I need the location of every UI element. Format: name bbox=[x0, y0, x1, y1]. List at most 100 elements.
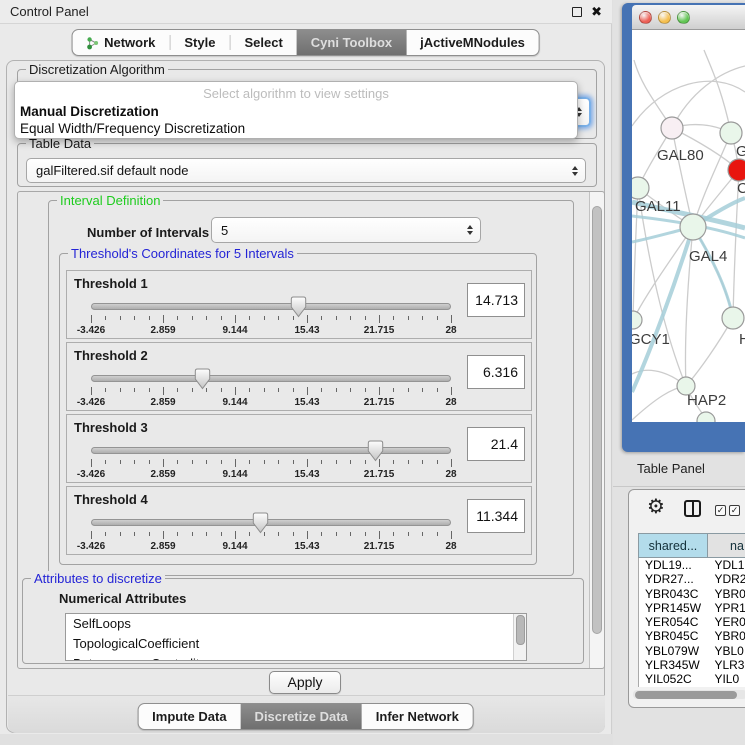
axis-tick bbox=[221, 316, 222, 320]
tab-jactivemnodules[interactable]: jActiveMNodules bbox=[406, 30, 539, 55]
network-edge[interactable] bbox=[672, 66, 745, 128]
axis-tick bbox=[134, 532, 135, 536]
network-edge-highlighted[interactable] bbox=[632, 227, 693, 392]
scrollbar-thumb[interactable] bbox=[592, 206, 602, 634]
tab-network[interactable]: Network bbox=[72, 30, 169, 55]
threshold-value-field[interactable]: 21.4 bbox=[467, 427, 525, 461]
gear-icon[interactable]: ⚙ bbox=[647, 496, 665, 518]
network-node[interactable] bbox=[632, 311, 642, 329]
network-canvas[interactable]: GAL80GACGAL11GAL4GCY1HHAP2 bbox=[632, 30, 745, 422]
table-cell: YIL0 bbox=[708, 672, 745, 686]
table-row[interactable]: YDL19...YDL1 bbox=[639, 558, 745, 572]
axis-tick bbox=[437, 316, 438, 320]
slider-track[interactable] bbox=[91, 375, 451, 382]
axis-tick-label: 2.859 bbox=[150, 325, 175, 336]
table-row[interactable]: YBL079WYBL0 bbox=[639, 644, 745, 658]
network-node[interactable] bbox=[728, 159, 745, 181]
split-columns-icon[interactable] bbox=[684, 500, 701, 517]
attribute-item[interactable]: BetweennessCentrality bbox=[66, 654, 526, 661]
network-edge[interactable] bbox=[686, 318, 733, 386]
mac-zoom-button[interactable] bbox=[677, 11, 690, 24]
axis-tick bbox=[249, 460, 250, 464]
dropdown-option[interactable]: Equal Width/Frequency Discretization bbox=[20, 121, 245, 136]
tab-label: Style bbox=[184, 35, 215, 50]
dropdown-option[interactable]: Manual Discretization bbox=[20, 104, 159, 119]
slider-track[interactable] bbox=[91, 519, 451, 526]
threshold-row: Threshold 3-3.4262.8599.14415.4321.71528… bbox=[66, 414, 532, 483]
table-row[interactable]: YIL052CYIL0 bbox=[639, 672, 745, 686]
list-scrollbar[interactable] bbox=[513, 614, 526, 660]
tab-select[interactable]: Select bbox=[230, 30, 296, 55]
slider: -3.4262.8599.14415.4321.71528 bbox=[91, 513, 451, 555]
axis-tick bbox=[336, 316, 337, 320]
axis-tick bbox=[105, 532, 106, 536]
axis-tick-label: 15.43 bbox=[294, 325, 319, 336]
tab-discretize-data[interactable]: Discretize Data bbox=[241, 704, 362, 729]
axis-tick bbox=[149, 388, 150, 392]
axis-tick bbox=[221, 460, 222, 464]
network-node[interactable] bbox=[680, 214, 706, 240]
slider-tick-labels: -3.4262.8599.14415.4321.71528 bbox=[91, 469, 451, 481]
scrollbar-thumb[interactable] bbox=[516, 615, 525, 645]
table-cell: YBR0 bbox=[708, 629, 745, 643]
network-edge[interactable] bbox=[693, 227, 733, 318]
table-row[interactable]: YDR27...YDR2 bbox=[639, 572, 745, 586]
node-label: GAL80 bbox=[657, 147, 704, 164]
close-icon[interactable]: ✖ bbox=[591, 4, 602, 20]
tab-impute-data[interactable]: Impute Data bbox=[138, 704, 240, 729]
axis-tick-label: -3.426 bbox=[77, 397, 105, 408]
slider-track[interactable] bbox=[91, 303, 451, 310]
node-label: GAL11 bbox=[635, 198, 681, 215]
mac-minimize-button[interactable] bbox=[658, 11, 671, 24]
table-row[interactable]: YER054CYER0 bbox=[639, 615, 745, 629]
number-of-intervals-combobox[interactable]: 5 bbox=[211, 217, 481, 243]
table-row[interactable]: YPR145WYPR1 bbox=[639, 601, 745, 615]
cyni-toolbox-panel: Discretization Algorithm Select algorith… bbox=[6, 60, 605, 733]
slider-ticks bbox=[91, 315, 451, 324]
vertical-scrollbar[interactable] bbox=[589, 192, 604, 668]
threshold-value-field[interactable]: 11.344 bbox=[467, 499, 525, 533]
float-window-icon[interactable] bbox=[572, 7, 582, 17]
numerical-attributes-list[interactable]: SelfLoopsTopologicalCoefficientBetweenne… bbox=[65, 613, 527, 661]
axis-tick bbox=[249, 532, 250, 536]
network-edge[interactable] bbox=[704, 50, 731, 133]
threshold-value-field[interactable]: 14.713 bbox=[467, 283, 525, 317]
table-row[interactable]: YBR045CYBR0 bbox=[639, 629, 745, 643]
tab-infer-network[interactable]: Infer Network bbox=[362, 704, 473, 729]
axis-tick bbox=[163, 315, 164, 323]
axis-tick bbox=[365, 532, 366, 536]
stepper-icon bbox=[572, 166, 578, 176]
checkbox-icon[interactable]: ✓ bbox=[729, 505, 740, 516]
column-header[interactable]: na bbox=[708, 534, 745, 557]
network-node[interactable] bbox=[722, 307, 744, 329]
attribute-item[interactable]: TopologicalCoefficient bbox=[66, 634, 526, 654]
table-row[interactable]: YBR043CYBR0 bbox=[639, 587, 745, 601]
network-node[interactable] bbox=[661, 117, 683, 139]
checkbox-icon[interactable]: ✓ bbox=[715, 505, 726, 516]
axis-tick bbox=[206, 316, 207, 320]
axis-tick bbox=[235, 531, 236, 539]
tab-cyni-toolbox[interactable]: Cyni Toolbox bbox=[297, 30, 406, 55]
threshold-value-field[interactable]: 6.316 bbox=[467, 355, 525, 389]
table-data-combobox[interactable]: galFiltered.sif default node bbox=[26, 158, 586, 183]
tab-label: Network bbox=[104, 35, 155, 50]
mac-close-button[interactable] bbox=[639, 11, 652, 24]
network-node[interactable] bbox=[632, 177, 649, 199]
axis-tick bbox=[451, 387, 452, 395]
column-header[interactable]: shared... bbox=[639, 534, 708, 557]
network-node[interactable] bbox=[720, 122, 742, 144]
slider-track[interactable] bbox=[91, 447, 451, 454]
horizontal-scrollbar[interactable] bbox=[633, 690, 745, 699]
table-cell: YDR2 bbox=[708, 572, 745, 586]
apply-button[interactable]: Apply bbox=[269, 671, 341, 694]
network-node[interactable] bbox=[697, 412, 715, 422]
attribute-item[interactable]: SelfLoops bbox=[66, 614, 526, 634]
axis-tick-label: 2.859 bbox=[150, 469, 175, 480]
axis-tick bbox=[235, 315, 236, 323]
network-edge-highlighted[interactable] bbox=[693, 227, 733, 318]
tab-style[interactable]: Style bbox=[170, 30, 229, 55]
axis-tick bbox=[336, 460, 337, 464]
group-title: Threshold's Coordinates for 5 Intervals bbox=[68, 246, 297, 261]
table-row[interactable]: YLR345WYLR3 bbox=[639, 658, 745, 672]
scrollbar-thumb[interactable] bbox=[635, 691, 737, 699]
